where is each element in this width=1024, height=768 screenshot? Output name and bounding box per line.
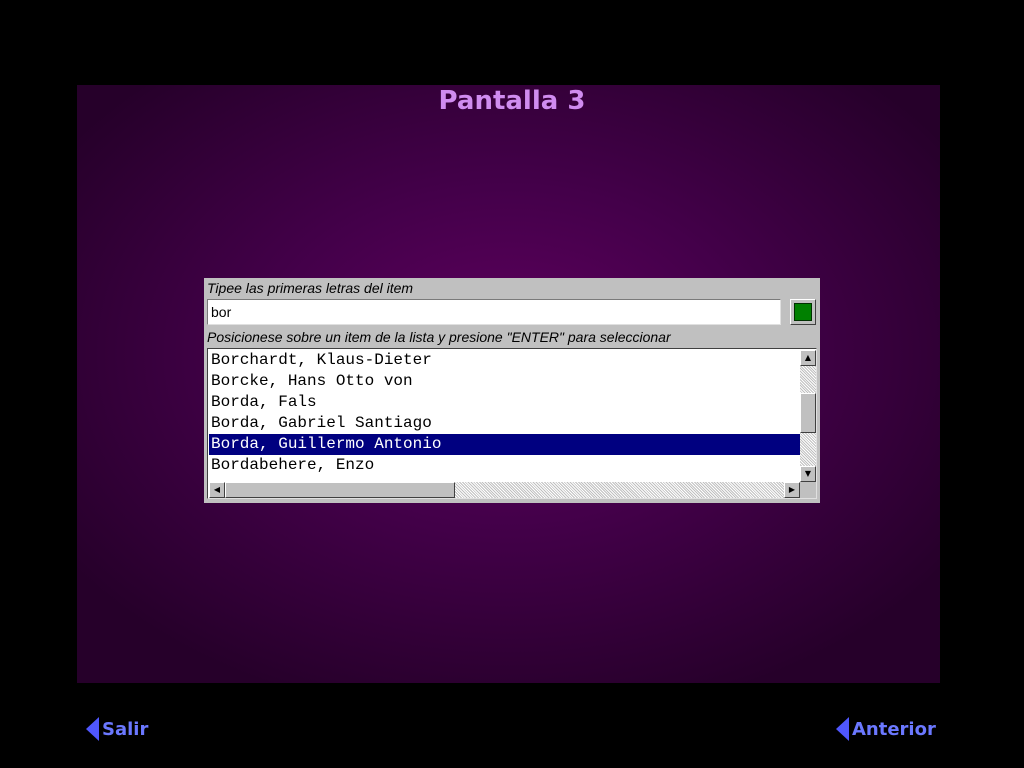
page-title: Pantalla 3 xyxy=(438,86,586,116)
list-item[interactable]: Bordabehere, Enzo xyxy=(209,455,800,476)
previous-button[interactable]: Anterior xyxy=(836,716,936,742)
vertical-scroll-thumb[interactable] xyxy=(800,393,816,433)
exit-button[interactable]: Salir xyxy=(86,716,148,742)
results-list: Borchardt, Klaus-Dieter Borcke, Hans Ott… xyxy=(209,350,800,482)
exit-label: Salir xyxy=(102,718,149,740)
scroll-up-icon[interactable]: ▲ xyxy=(800,350,816,366)
search-dialog: Tipee las primeras letras del item bor P… xyxy=(204,278,820,503)
scrollbar-corner xyxy=(800,482,816,498)
ok-button[interactable] xyxy=(790,299,816,325)
triangle-left-icon xyxy=(86,717,99,741)
previous-label: Anterior xyxy=(852,718,936,740)
list-item[interactable]: Borda, Fals xyxy=(209,392,800,413)
triangle-left-icon xyxy=(836,717,849,741)
list-item[interactable]: Borchardt, Klaus-Dieter xyxy=(209,350,800,371)
list-item-selected[interactable]: Borda, Guillermo Antonio xyxy=(209,434,800,455)
list-item[interactable]: Borcke, Hans Otto von xyxy=(209,371,800,392)
horizontal-scrollbar[interactable]: ◀ ▶ xyxy=(209,482,800,498)
list-item[interactable]: Borda, Gabriel Santiago xyxy=(209,413,800,434)
scroll-down-icon[interactable]: ▼ xyxy=(800,466,816,482)
green-square-icon xyxy=(794,303,812,321)
scroll-left-icon[interactable]: ◀ xyxy=(209,482,225,498)
search-input[interactable]: bor xyxy=(207,299,781,325)
scroll-right-icon[interactable]: ▶ xyxy=(784,482,800,498)
results-listbox[interactable]: Borchardt, Klaus-Dieter Borcke, Hans Ott… xyxy=(207,348,817,499)
input-label: Tipee las primeras letras del item xyxy=(207,280,414,296)
horizontal-scroll-thumb[interactable] xyxy=(225,482,455,498)
list-label: Posicionese sobre un item de la lista y … xyxy=(207,329,671,345)
vertical-scrollbar[interactable]: ▲ ▼ xyxy=(800,350,816,482)
